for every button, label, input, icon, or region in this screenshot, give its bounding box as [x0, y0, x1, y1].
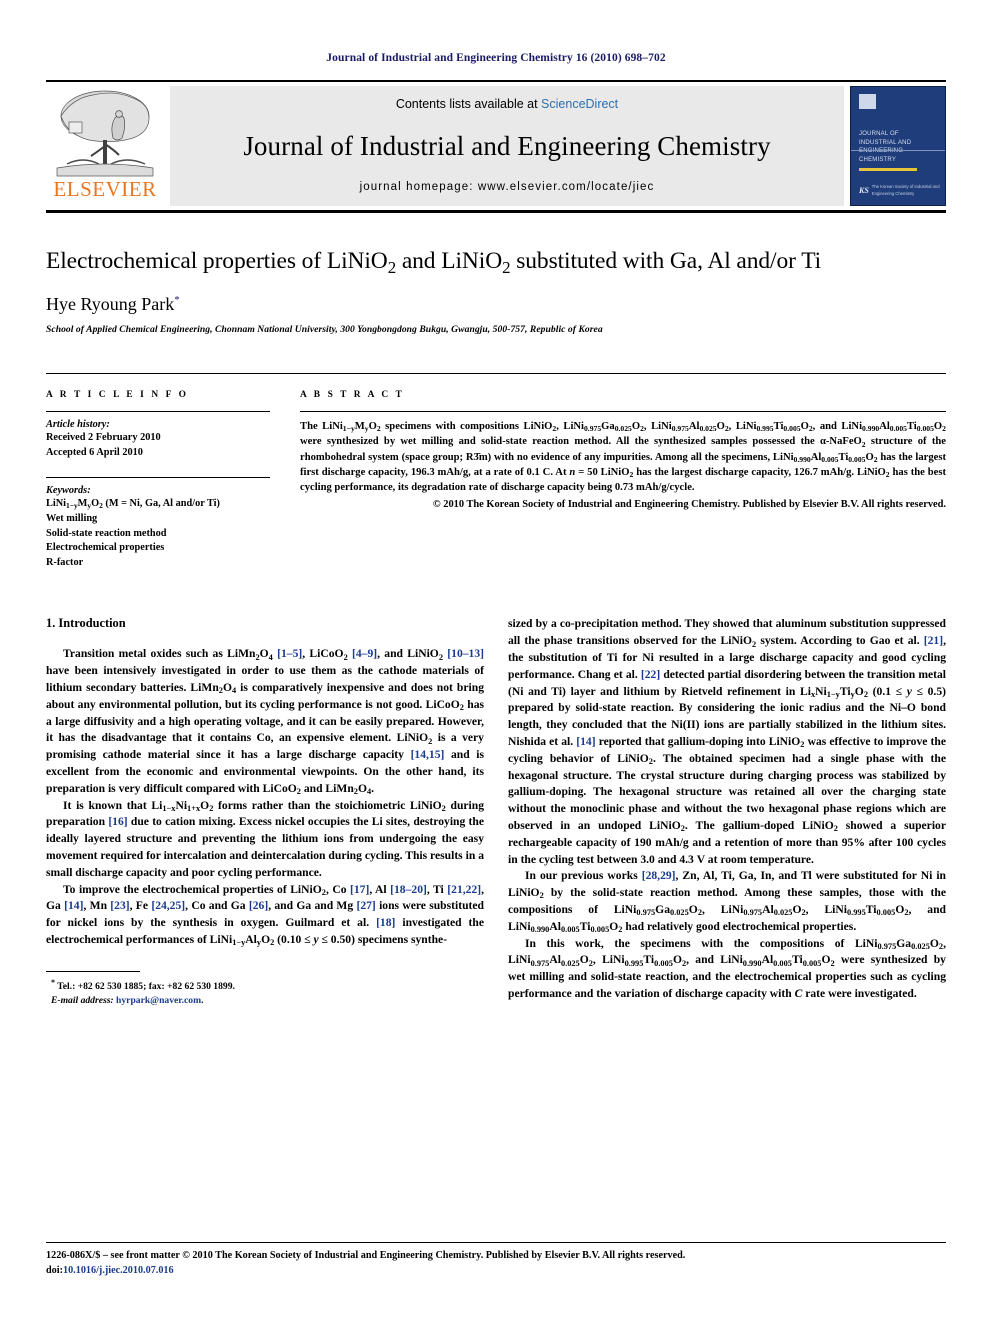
footer-front-matter: 1226-086X/$ – see front matter © 2010 Th… — [46, 1250, 686, 1262]
footnote-marker: * — [51, 977, 55, 987]
footnote-email-label: E-mail address: — [51, 995, 114, 1007]
sciencedirect-link[interactable]: ScienceDirect — [541, 97, 618, 111]
keyword-item: Electrochemical properties — [46, 542, 165, 554]
citation-link[interactable]: [26] — [249, 899, 268, 912]
abstract-copyright: © 2010 The Korean Society of Industrial … — [432, 499, 946, 511]
author-affiliation: School of Applied Chemical Engineering, … — [46, 324, 603, 336]
footnote-rule — [46, 970, 140, 972]
abstract-rule-top — [300, 411, 946, 413]
keyword-item: Solid-state reaction method — [46, 527, 167, 539]
citation-link[interactable]: [10–13] — [447, 647, 484, 660]
cover-publisher-badge-icon — [859, 94, 876, 109]
keyword-item: LiNi1−yMyO2 (M = Ni, Ga, Al and/or Ti) — [46, 498, 220, 511]
abstract-body: The LiNi1−yMyO2 specimens with compositi… — [300, 421, 947, 494]
article-history-label: Article history: — [46, 419, 110, 431]
article-info-heading: A R T I C L E I N F O — [46, 390, 189, 401]
citation-link[interactable]: [14] — [576, 735, 595, 748]
article-info-rule-top — [46, 411, 270, 413]
article-history-accepted: Accepted 6 April 2010 — [46, 446, 143, 458]
author-name: Hye Ryoung Park* — [46, 294, 946, 315]
paragraph: sized by a co-precipitation method. They… — [508, 617, 947, 866]
citation-link[interactable]: [23] — [110, 899, 129, 912]
journal-title: Journal of Industrial and Engineering Ch… — [243, 130, 771, 161]
cover-journal-title: Journal of Industrial and Engineering Ch… — [859, 131, 912, 164]
body-column-left: 1. Introduction Transition metal oxides … — [46, 616, 484, 1008]
elsevier-logo: ELSEVIER — [46, 82, 164, 210]
journal-cover-thumbnail: Journal of Industrial and Engineering Ch… — [850, 86, 946, 206]
article-info-column: A R T I C L E I N F O Article history: R… — [46, 374, 296, 570]
article-info-rule-mid — [46, 477, 270, 479]
corresponding-author-footnote: * Tel.: +82 62 530 1885; fax: +82 62 530… — [46, 970, 484, 1009]
keyword-item: R-factor — [46, 556, 84, 568]
citation-link[interactable]: [14] — [64, 899, 83, 912]
page-footer: 1226-086X/$ – see front matter © 2010 Th… — [46, 1242, 946, 1279]
citation-link[interactable]: [16] — [108, 815, 127, 828]
elsevier-tree-icon — [53, 86, 157, 178]
masthead-center-panel: Contents lists available at ScienceDirec… — [170, 86, 844, 206]
footer-doi-line: doi:10.1016/j.jiec.2010.07.016 — [46, 1264, 946, 1279]
keyword-item: Wet milling — [46, 512, 98, 524]
doi-link[interactable]: 10.1016/j.jiec.2010.07.016 — [63, 1265, 174, 1276]
running-head: Journal of Industrial and Engineering Ch… — [326, 52, 666, 64]
citation-link[interactable]: [21,22] — [447, 883, 481, 896]
paragraph: In our previous works [28,29], Zn, Al, T… — [508, 869, 946, 935]
contents-prefix: Contents lists available at — [395, 97, 542, 111]
body-column-right: sized by a co-precipitation method. They… — [508, 616, 946, 1008]
paragraph: In this work, the specimens with the com… — [508, 936, 946, 1000]
abstract-heading: A B S T R A C T — [300, 390, 405, 401]
footnote-tel: Tel.: +82 62 530 1885; fax: +82 62 530 1… — [57, 980, 235, 992]
author-label: Hye Ryoung Park — [46, 294, 175, 315]
paragraph: It is known that Li1−xNi1+xO2 forms rath… — [46, 798, 485, 879]
citation-link[interactable]: [18–20] — [390, 883, 427, 896]
title-block: Electrochemical properties of LiNiO2 and… — [46, 213, 946, 335]
article-info-spacer — [46, 460, 270, 477]
corresponding-author-marker: * — [174, 294, 180, 307]
cover-accent-rule — [859, 167, 917, 171]
citation-link[interactable]: [27] — [356, 899, 375, 912]
contents-available-line: Contents lists available at ScienceDirec… — [396, 97, 618, 111]
elsevier-wordmark: ELSEVIER — [53, 177, 157, 201]
footer-rule — [46, 1242, 946, 1244]
citation-link[interactable]: [18] — [376, 916, 395, 929]
abstract-column: A B S T R A C T The LiNi1−yMyO2 specimen… — [296, 374, 946, 570]
paragraph: Transition metal oxides such as LiMn2O4 … — [46, 647, 485, 797]
cover-society-block: KS The Korean Society of Industrial and … — [859, 184, 945, 197]
citation-link[interactable]: [24,25] — [151, 899, 185, 912]
cover-divider-line — [851, 150, 945, 151]
citation-link[interactable]: [21] — [924, 634, 943, 647]
paragraph: To improve the electrochemical propertie… — [46, 882, 485, 948]
citation-link[interactable]: [22] — [641, 668, 660, 681]
page-title: Electrochemical properties of LiNiO2 and… — [46, 248, 822, 277]
info-abstract-section: A R T I C L E I N F O Article history: R… — [46, 373, 946, 570]
keywords-label: Keywords: — [46, 485, 91, 497]
citation-link[interactable]: [1–5] — [277, 647, 302, 660]
footnote-email-link[interactable]: hyrpark@naver.com — [116, 995, 201, 1006]
section-heading-introduction: 1. Introduction — [46, 616, 126, 631]
cover-society-text: The Korean Society of Industrial and Eng… — [871, 184, 940, 196]
journal-masthead: ELSEVIER Contents lists available at Sci… — [46, 80, 946, 210]
journal-homepage-link[interactable]: journal homepage: www.elsevier.com/locat… — [360, 181, 655, 193]
footnote-email-line: E-mail address: hyrpark@naver.com. — [51, 995, 204, 1007]
citation-link[interactable]: [4–9] — [352, 647, 377, 660]
paper-page: Journal of Industrial and Engineering Ch… — [0, 0, 992, 1323]
doi-label: doi: — [46, 1265, 63, 1277]
citation-link[interactable]: [17] — [350, 883, 369, 896]
citation-link[interactable]: [14,15] — [411, 748, 445, 761]
society-logo-icon: KS — [859, 186, 869, 196]
article-body: 1. Introduction Transition metal oxides … — [46, 616, 946, 1008]
article-history-received: Received 2 February 2010 — [46, 432, 161, 444]
citation-link[interactable]: [28,29] — [642, 869, 676, 882]
footnote-contact: * Tel.: +82 62 530 1885; fax: +82 62 530… — [46, 977, 484, 995]
